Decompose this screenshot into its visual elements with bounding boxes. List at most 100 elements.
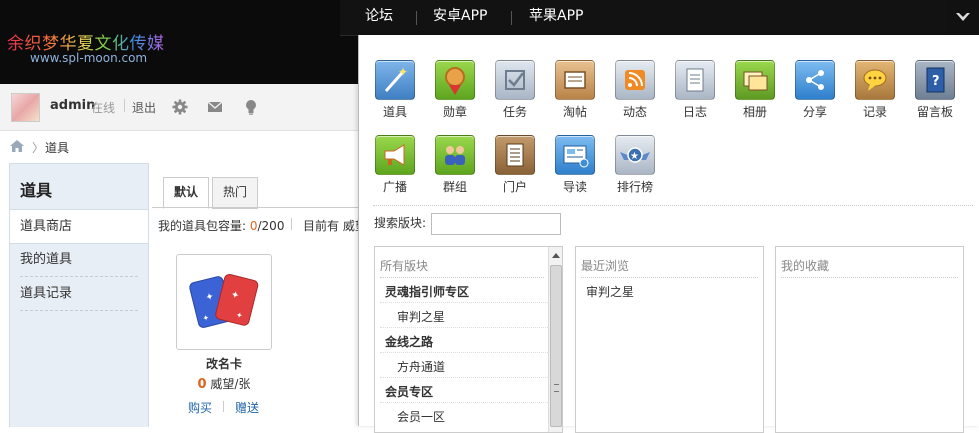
tray-icon [555,60,595,100]
divider [380,302,550,303]
item-price: 0 威望/张 [176,375,272,392]
gear-icon[interactable] [172,99,188,115]
price-unit: 威望/张 [206,377,251,391]
online-status: 在线 [91,101,116,115]
app-label: 道具 [382,105,407,119]
user-bar: admin 在线 退出 [0,84,360,131]
quick-menu-panel: ✦ 道具 勋章 任务 淘帖 动态 日志 相册 分享 记录 ? 留言板 广播 群组… [358,35,979,433]
item-card[interactable]: ✦ ✦ ✦ ✦ [176,254,272,350]
app-share[interactable]: 分享 [788,60,842,120]
app-label: 动态 [622,105,647,119]
app-label: 任务 [502,105,527,119]
scroll-up-arrow-icon[interactable] [552,253,560,258]
breadcrumb-separator: 〉 [32,141,45,155]
capacity-label: 我的道具包容量: [158,219,250,233]
app-broadcast[interactable]: 广播 [368,135,422,195]
app-label: 群组 [442,180,467,194]
tab-popular[interactable]: 热门 [212,177,259,209]
forum-group[interactable]: 灵魂指引师专区 [385,283,469,300]
task-icon [495,60,535,100]
app-label: 相册 [742,105,767,119]
breadcrumb: 〉 道具 [0,131,360,163]
nav-divider [416,11,417,25]
divider [380,402,550,403]
app-ranking[interactable]: ★ 排行榜 [608,135,662,195]
divider [380,377,550,378]
forum-item[interactable]: 会员一区 [397,408,445,425]
item-name[interactable]: 改名卡 [176,355,272,372]
app-props[interactable]: ✦ 道具 [368,60,422,120]
app-label: 导读 [562,180,587,194]
logout-link[interactable]: 退出 [132,99,156,116]
breadcrumb-current[interactable]: 道具 [45,139,69,156]
divider [380,352,550,353]
speech-bubble-icon [855,60,895,100]
app-records[interactable]: 记录 [848,60,902,120]
app-label: 记录 [862,105,887,119]
capacity-info: 我的道具包容量: 0/200 目前有 威望 [158,217,367,234]
divider [124,99,125,112]
recent-forum-item[interactable]: 审判之星 [586,283,634,300]
forum-group[interactable]: 会员专区 [385,383,433,400]
forum-search-label: 搜索版块: [374,216,427,230]
app-guide[interactable]: 导读 [548,135,602,195]
capacity-used: 0 [249,219,258,233]
svg-text:✦: ✦ [398,65,408,79]
sidebar-item-shop[interactable]: 道具商店 [10,209,148,244]
forum-search-input[interactable] [431,213,561,235]
divider [781,277,958,278]
site-logo-url[interactable]: www.spl-moon.com [30,51,147,65]
sidebar-item-my-items[interactable]: 我的道具 [10,243,148,276]
app-portal[interactable]: 门户 [488,135,542,195]
app-label: 分享 [802,105,827,119]
menu-toggle-button[interactable] [946,0,979,35]
forum-item[interactable]: 方舟通道 [397,358,445,375]
app-label: 排行榜 [616,180,653,194]
nav-divider [511,11,512,25]
app-feed[interactable]: 动态 [608,60,662,120]
nav-android-app[interactable]: 安卓APP [433,0,487,35]
scrollbar-thumb[interactable] [550,265,562,427]
notification-bulb-icon[interactable] [243,99,259,115]
forum-item[interactable]: 审判之星 [397,308,445,325]
guide-icon [555,135,595,175]
grip-icon [554,384,559,392]
all-forums-list: 所有版块 灵魂指引师专区 审判之星 金线之路 方舟通道 会员专区 会员一区 [374,246,563,433]
sidebar: 道具 道具商店 我的道具 道具记录 [9,163,149,427]
price-value: 0 [197,377,207,392]
rss-icon [615,60,655,100]
app-groups[interactable]: 群组 [428,135,482,195]
svg-text:★: ★ [630,151,639,162]
sidebar-item-records[interactable]: 道具记录 [10,277,148,310]
divider [291,218,292,230]
scrollbar[interactable] [548,247,562,432]
svg-text:?: ? [932,74,940,89]
divider [223,401,224,412]
app-label: 留言板 [916,105,953,119]
app-medals[interactable]: 勋章 [428,60,482,120]
nav-forum[interactable]: 论坛 [365,0,393,35]
home-icon[interactable] [10,140,24,152]
tab-default[interactable]: 默认 [163,177,210,209]
app-collections[interactable]: 淘帖 [548,60,602,120]
recent-forums-list: 最近浏览 审判之星 [575,246,764,433]
app-guestbook[interactable]: ? 留言板 [908,60,962,120]
gift-link[interactable]: 赠送 [235,399,259,416]
ranking-icon: ★ [615,135,655,175]
mail-icon[interactable] [207,99,223,115]
magic-wand-icon: ✦ [375,60,415,100]
tab-underline [152,207,360,208]
forum-group[interactable]: 金线之路 [385,333,433,350]
nav-ios-app[interactable]: 苹果APP [529,0,583,35]
username[interactable]: admin [50,98,95,113]
app-blog[interactable]: 日志 [668,60,722,120]
divider [581,277,758,278]
app-album[interactable]: 相册 [728,60,782,120]
avatar[interactable] [11,93,40,122]
buy-link[interactable]: 购买 [188,399,212,416]
favorite-forums-list: 我的收藏 [775,246,964,433]
divider [373,205,973,206]
group-icon [435,135,475,175]
top-nav: 论坛 安卓APP 苹果APP [340,0,946,36]
app-tasks[interactable]: 任务 [488,60,542,120]
